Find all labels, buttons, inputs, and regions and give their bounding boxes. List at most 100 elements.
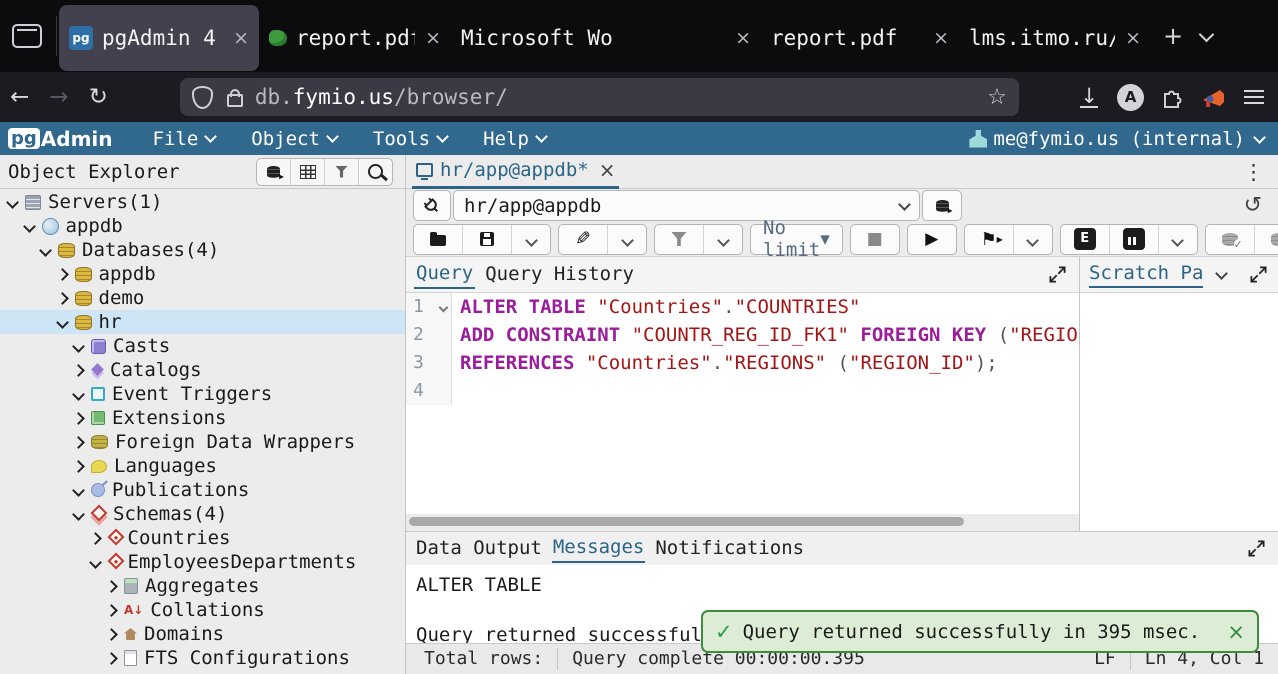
collapse-chevron-icon[interactable] [72, 388, 85, 401]
expand-chevron-icon[interactable] [72, 460, 85, 473]
new-connection-button[interactable] [922, 190, 962, 221]
execute-button[interactable]: ▶ [908, 225, 956, 254]
editor-hscroll-thumb[interactable] [409, 517, 964, 526]
firefox-view-icon[interactable] [12, 24, 42, 48]
tab-close-icon[interactable]: × [933, 27, 949, 49]
explain-button[interactable]: E [1061, 225, 1109, 254]
query-tool-button[interactable] [257, 159, 290, 185]
code-text[interactable] [452, 377, 460, 405]
tab-notifications[interactable]: Notifications [654, 535, 805, 562]
collapse-chevron-icon[interactable] [89, 556, 102, 569]
extensions-puzzle-icon[interactable] [1160, 85, 1184, 109]
tree-item-event-triggers[interactable]: Event Triggers [0, 382, 405, 406]
expand-chevron-icon[interactable] [72, 436, 85, 449]
edit-button[interactable]: ✎ [559, 225, 607, 254]
tab-close-icon[interactable]: × [1125, 27, 1141, 49]
panel-kebab-menu-icon[interactable]: ⋮ [1243, 160, 1264, 184]
execute-options-button[interactable]: ⚑ [965, 225, 1013, 254]
cancel-query-button[interactable]: ■ [851, 225, 899, 254]
tab-query-history[interactable]: Query History [483, 261, 636, 288]
tree-item-collations[interactable]: A↓Collations [0, 598, 405, 622]
rollback-button[interactable]: ↺ [1254, 225, 1278, 254]
collapse-chevron-icon[interactable] [72, 340, 85, 353]
tab-query[interactable]: Query [414, 260, 475, 289]
menu-hamburger-icon[interactable] [1244, 86, 1264, 108]
forward-button[interactable]: → [49, 84, 68, 110]
collapse-chevron-icon[interactable] [6, 196, 19, 209]
edit-menu-button[interactable] [607, 225, 646, 254]
user-menu[interactable]: me@fymio.us (internal) [969, 128, 1264, 150]
expand-output-icon[interactable] [1247, 539, 1266, 558]
menu-tools[interactable]: Tools [373, 128, 447, 150]
reset-layout-icon[interactable]: ↺ [1244, 193, 1262, 218]
tree-item-publications[interactable]: Publications [0, 478, 405, 502]
expand-chevron-icon[interactable] [56, 292, 69, 305]
expand-chevron-icon[interactable] [72, 364, 85, 377]
browser-tab[interactable]: report.pdf× [259, 5, 451, 71]
expand-chevron-icon[interactable] [105, 604, 118, 617]
save-menu-button[interactable] [511, 225, 550, 254]
commit-button[interactable]: ✓ [1206, 225, 1254, 254]
tree-item-countries[interactable]: Countries [0, 526, 405, 550]
back-button[interactable]: ← [10, 84, 29, 110]
expand-chevron-icon[interactable] [89, 532, 102, 545]
filter-menu-button[interactable] [703, 225, 742, 254]
collapse-chevron-icon[interactable] [56, 316, 69, 329]
tree-item-schemas-4-[interactable]: Schemas(4) [0, 502, 405, 526]
expand-editor-icon[interactable] [1048, 265, 1067, 284]
tree-item-domains[interactable]: Domains [0, 622, 405, 646]
tree-item-appdb[interactable]: appdb [0, 214, 405, 238]
scratch-pad-tab[interactable]: Scratch Pa [1089, 262, 1203, 288]
expand-chevron-icon[interactable] [105, 628, 118, 641]
expand-chevron-icon[interactable] [105, 580, 118, 593]
browser-tab[interactable]: report.pdf× [761, 5, 959, 71]
tree-item-aggregates[interactable]: Aggregates [0, 574, 405, 598]
collapse-chevron-icon[interactable] [72, 484, 85, 497]
menu-object[interactable]: Object [251, 128, 337, 150]
tree-item-extensions[interactable]: Extensions [0, 406, 405, 430]
explain-analyze-button[interactable] [1109, 225, 1158, 254]
view-data-button[interactable] [290, 159, 324, 185]
tree-item-databases-4-[interactable]: Databases(4) [0, 238, 405, 262]
tree-item-catalogs[interactable]: Catalogs [0, 358, 405, 382]
scratch-pad-body[interactable] [1080, 293, 1278, 530]
filtered-rows-button[interactable] [324, 159, 358, 185]
expand-chevron-icon[interactable] [72, 412, 85, 425]
browser-tab[interactable]: pgpgAdmin 4× [59, 5, 259, 71]
execute-options-menu-button[interactable] [1013, 225, 1052, 254]
expand-chevron-icon[interactable] [105, 652, 118, 665]
open-file-button[interactable] [414, 225, 462, 254]
tree-item-fts-configurations[interactable]: FTS Configurations [0, 646, 405, 670]
code-text[interactable]: ADD CONSTRAINT "COUNTR_REG_ID_FK1" FOREI… [452, 321, 1079, 349]
save-file-button[interactable] [462, 225, 511, 254]
tree-item-appdb[interactable]: appdb [0, 262, 405, 286]
close-tab-icon[interactable]: × [599, 158, 616, 182]
downloads-icon[interactable]: ↓ [1080, 86, 1098, 108]
tree-item-foreign-data-wrappers[interactable]: Foreign Data Wrappers [0, 430, 405, 454]
sql-editor[interactable]: 1ALTER TABLE "Countries"."COUNTRIES"2ADD… [406, 293, 1079, 514]
bookmark-star-icon[interactable]: ☆ [987, 85, 1007, 110]
lock-icon[interactable] [227, 94, 243, 107]
url-bar[interactable]: db.fymio.us/browser/ ☆ [180, 78, 1019, 116]
megaphone-extension-icon[interactable] [1200, 84, 1226, 110]
connection-select[interactable]: hr/app@appdb [453, 190, 920, 221]
browser-tab[interactable]: lms.itmo.ru/× [959, 5, 1151, 71]
browser-tab[interactable]: Microsoft Wo× [451, 5, 761, 71]
shield-icon[interactable] [192, 86, 213, 109]
limit-select[interactable]: No limit ▾ [750, 224, 843, 255]
filter-button[interactable] [655, 225, 703, 254]
expand-scratch-icon[interactable] [1249, 265, 1268, 284]
explain-menu-button[interactable] [1158, 225, 1197, 254]
tab-close-icon[interactable]: × [735, 27, 751, 49]
tree-item-servers-1-[interactable]: Servers(1) [0, 190, 405, 214]
expand-chevron-icon[interactable] [56, 268, 69, 281]
tab-data-output[interactable]: Data Output [415, 535, 543, 562]
code-text[interactable]: REFERENCES "Countries"."REGIONS" ("REGIO… [452, 349, 998, 377]
collapse-chevron-icon[interactable] [39, 244, 52, 257]
tree-item-casts[interactable]: Casts [0, 334, 405, 358]
tab-list-button[interactable] [1199, 26, 1215, 42]
fold-chevron-icon[interactable] [439, 303, 449, 313]
account-icon[interactable]: A [1117, 84, 1144, 111]
tab-close-icon[interactable]: × [233, 27, 249, 49]
scratch-chevron-icon[interactable] [1216, 267, 1229, 280]
